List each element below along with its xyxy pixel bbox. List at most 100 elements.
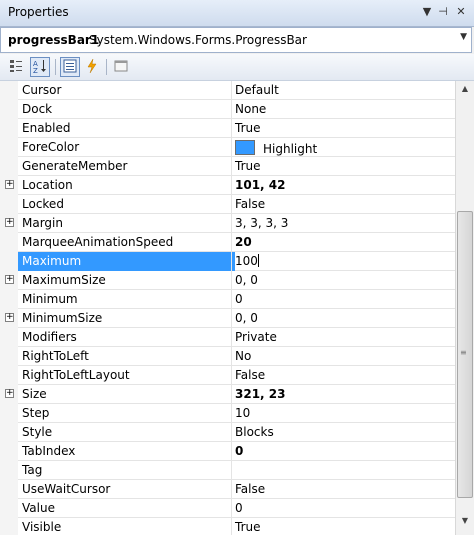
property-row[interactable]: + MinimumSize 0, 0 — [0, 309, 456, 328]
property-row[interactable]: UseWaitCursor False — [0, 480, 456, 499]
property-row[interactable]: RightToLeftLayout False — [0, 366, 456, 385]
property-value-text[interactable]: 100 — [235, 254, 258, 268]
property-row[interactable]: ForeColor Highlight — [0, 138, 456, 157]
property-value[interactable]: 100 — [235, 254, 259, 268]
property-value[interactable]: 0, 0 — [235, 273, 258, 287]
property-value[interactable]: Private — [235, 330, 277, 344]
column-divider — [231, 309, 232, 328]
svg-text:Z: Z — [33, 67, 38, 74]
column-divider — [231, 328, 232, 347]
events-icon[interactable] — [82, 57, 102, 77]
row-gutter — [0, 366, 18, 385]
property-value[interactable]: 3, 3, 3, 3 — [235, 216, 288, 230]
property-pages-icon[interactable] — [111, 57, 131, 77]
toolbar-separator — [55, 59, 56, 75]
column-divider — [231, 347, 232, 366]
property-value[interactable]: 321, 23 — [235, 387, 285, 401]
scroll-down-arrow-icon[interactable]: ▼ — [456, 513, 474, 529]
row-gutter — [0, 157, 18, 176]
column-divider — [231, 100, 232, 119]
property-row[interactable]: Value 0 — [0, 499, 456, 518]
dropdown-arrow-icon[interactable]: ▼ — [419, 4, 435, 20]
property-row[interactable]: Enabled True — [0, 119, 456, 138]
property-value[interactable]: 0 — [235, 292, 243, 306]
property-value[interactable]: Blocks — [235, 425, 274, 439]
property-value[interactable]: True — [235, 159, 261, 173]
scroll-up-arrow-icon[interactable]: ▲ — [456, 81, 474, 97]
column-divider — [231, 195, 232, 214]
object-selector[interactable]: progressBar1 System.Windows.Forms.Progre… — [0, 27, 472, 53]
property-value[interactable]: Default — [235, 83, 279, 97]
chevron-down-icon[interactable]: ▼ — [460, 32, 467, 42]
expand-icon[interactable]: + — [5, 275, 14, 284]
expand-icon[interactable]: + — [5, 389, 14, 398]
property-value-text: 3, 3, 3, 3 — [235, 216, 289, 230]
property-value[interactable]: Highlight — [235, 140, 317, 156]
property-value-text: 20 — [235, 235, 252, 249]
property-row[interactable]: MarqueeAnimationSpeed 20 — [0, 233, 456, 252]
row-gutter — [0, 499, 18, 518]
property-value[interactable]: 0 — [235, 444, 243, 458]
property-value[interactable]: None — [235, 102, 266, 116]
property-row[interactable]: Tag — [0, 461, 456, 480]
alphabetical-icon[interactable]: AZ — [30, 57, 50, 77]
column-divider — [231, 366, 232, 385]
close-icon[interactable]: ✕ — [453, 4, 469, 20]
property-row[interactable]: TabIndex 0 — [0, 442, 456, 461]
property-row[interactable]: Style Blocks — [0, 423, 456, 442]
row-gutter — [0, 252, 18, 271]
property-value-text: True — [235, 520, 261, 534]
column-divider — [231, 480, 232, 499]
property-row[interactable]: + Size 321, 23 — [0, 385, 456, 404]
property-value[interactable]: 10 — [235, 406, 250, 420]
row-gutter — [0, 461, 18, 480]
toolbar-separator — [106, 59, 107, 75]
property-value[interactable]: 0 — [235, 501, 243, 515]
property-value[interactable]: 0, 0 — [235, 311, 258, 325]
vertical-scrollbar[interactable]: ▲ ≡ ▼ — [455, 81, 474, 535]
property-row[interactable]: GenerateMember True — [0, 157, 456, 176]
property-row[interactable]: Visible True — [0, 518, 456, 535]
property-value-text: No — [235, 349, 252, 363]
pin-icon[interactable]: ⊣ — [435, 4, 451, 20]
property-row[interactable]: + MaximumSize 0, 0 — [0, 271, 456, 290]
column-divider — [231, 461, 232, 480]
column-divider — [231, 442, 232, 461]
property-value[interactable]: 20 — [235, 235, 252, 249]
property-value-text: Default — [235, 83, 279, 97]
property-value[interactable]: True — [235, 121, 261, 135]
property-value-text: None — [235, 102, 267, 116]
property-value[interactable]: False — [235, 368, 265, 382]
expand-icon[interactable]: + — [5, 180, 14, 189]
property-value[interactable]: False — [235, 482, 265, 496]
property-row[interactable]: Locked False — [0, 195, 456, 214]
row-gutter — [0, 138, 18, 157]
property-name: RightToLeftLayout — [22, 368, 130, 382]
row-gutter — [0, 81, 18, 100]
property-name: ForeColor — [22, 140, 80, 154]
property-value-text: 0, 0 — [235, 311, 258, 325]
properties-icon[interactable] — [60, 57, 80, 77]
property-value[interactable]: No — [235, 349, 251, 363]
property-row[interactable]: Minimum 0 — [0, 290, 456, 309]
property-row[interactable]: Dock None — [0, 100, 456, 119]
property-row[interactable]: + Location 101, 42 — [0, 176, 456, 195]
column-divider — [231, 233, 232, 252]
property-value-text: False — [235, 482, 266, 496]
property-row[interactable]: Modifiers Private — [0, 328, 456, 347]
property-value[interactable]: False — [235, 197, 265, 211]
property-row[interactable]: Step 10 — [0, 404, 456, 423]
property-row[interactable]: RightToLeft No — [0, 347, 456, 366]
expand-icon[interactable]: + — [5, 218, 14, 227]
property-value[interactable]: 101, 42 — [235, 178, 285, 192]
property-row[interactable]: + Margin 3, 3, 3, 3 — [0, 214, 456, 233]
property-value[interactable]: True — [235, 520, 261, 534]
text-caret — [257, 254, 259, 267]
expand-icon[interactable]: + — [5, 313, 14, 322]
property-name: MinimumSize — [22, 311, 103, 325]
property-name: MarqueeAnimationSpeed — [22, 235, 174, 249]
categorized-icon[interactable] — [6, 57, 26, 77]
property-row[interactable]: Cursor Default — [0, 81, 456, 100]
property-row[interactable]: Maximum 100 — [0, 252, 456, 271]
property-name: Cursor — [22, 83, 62, 97]
